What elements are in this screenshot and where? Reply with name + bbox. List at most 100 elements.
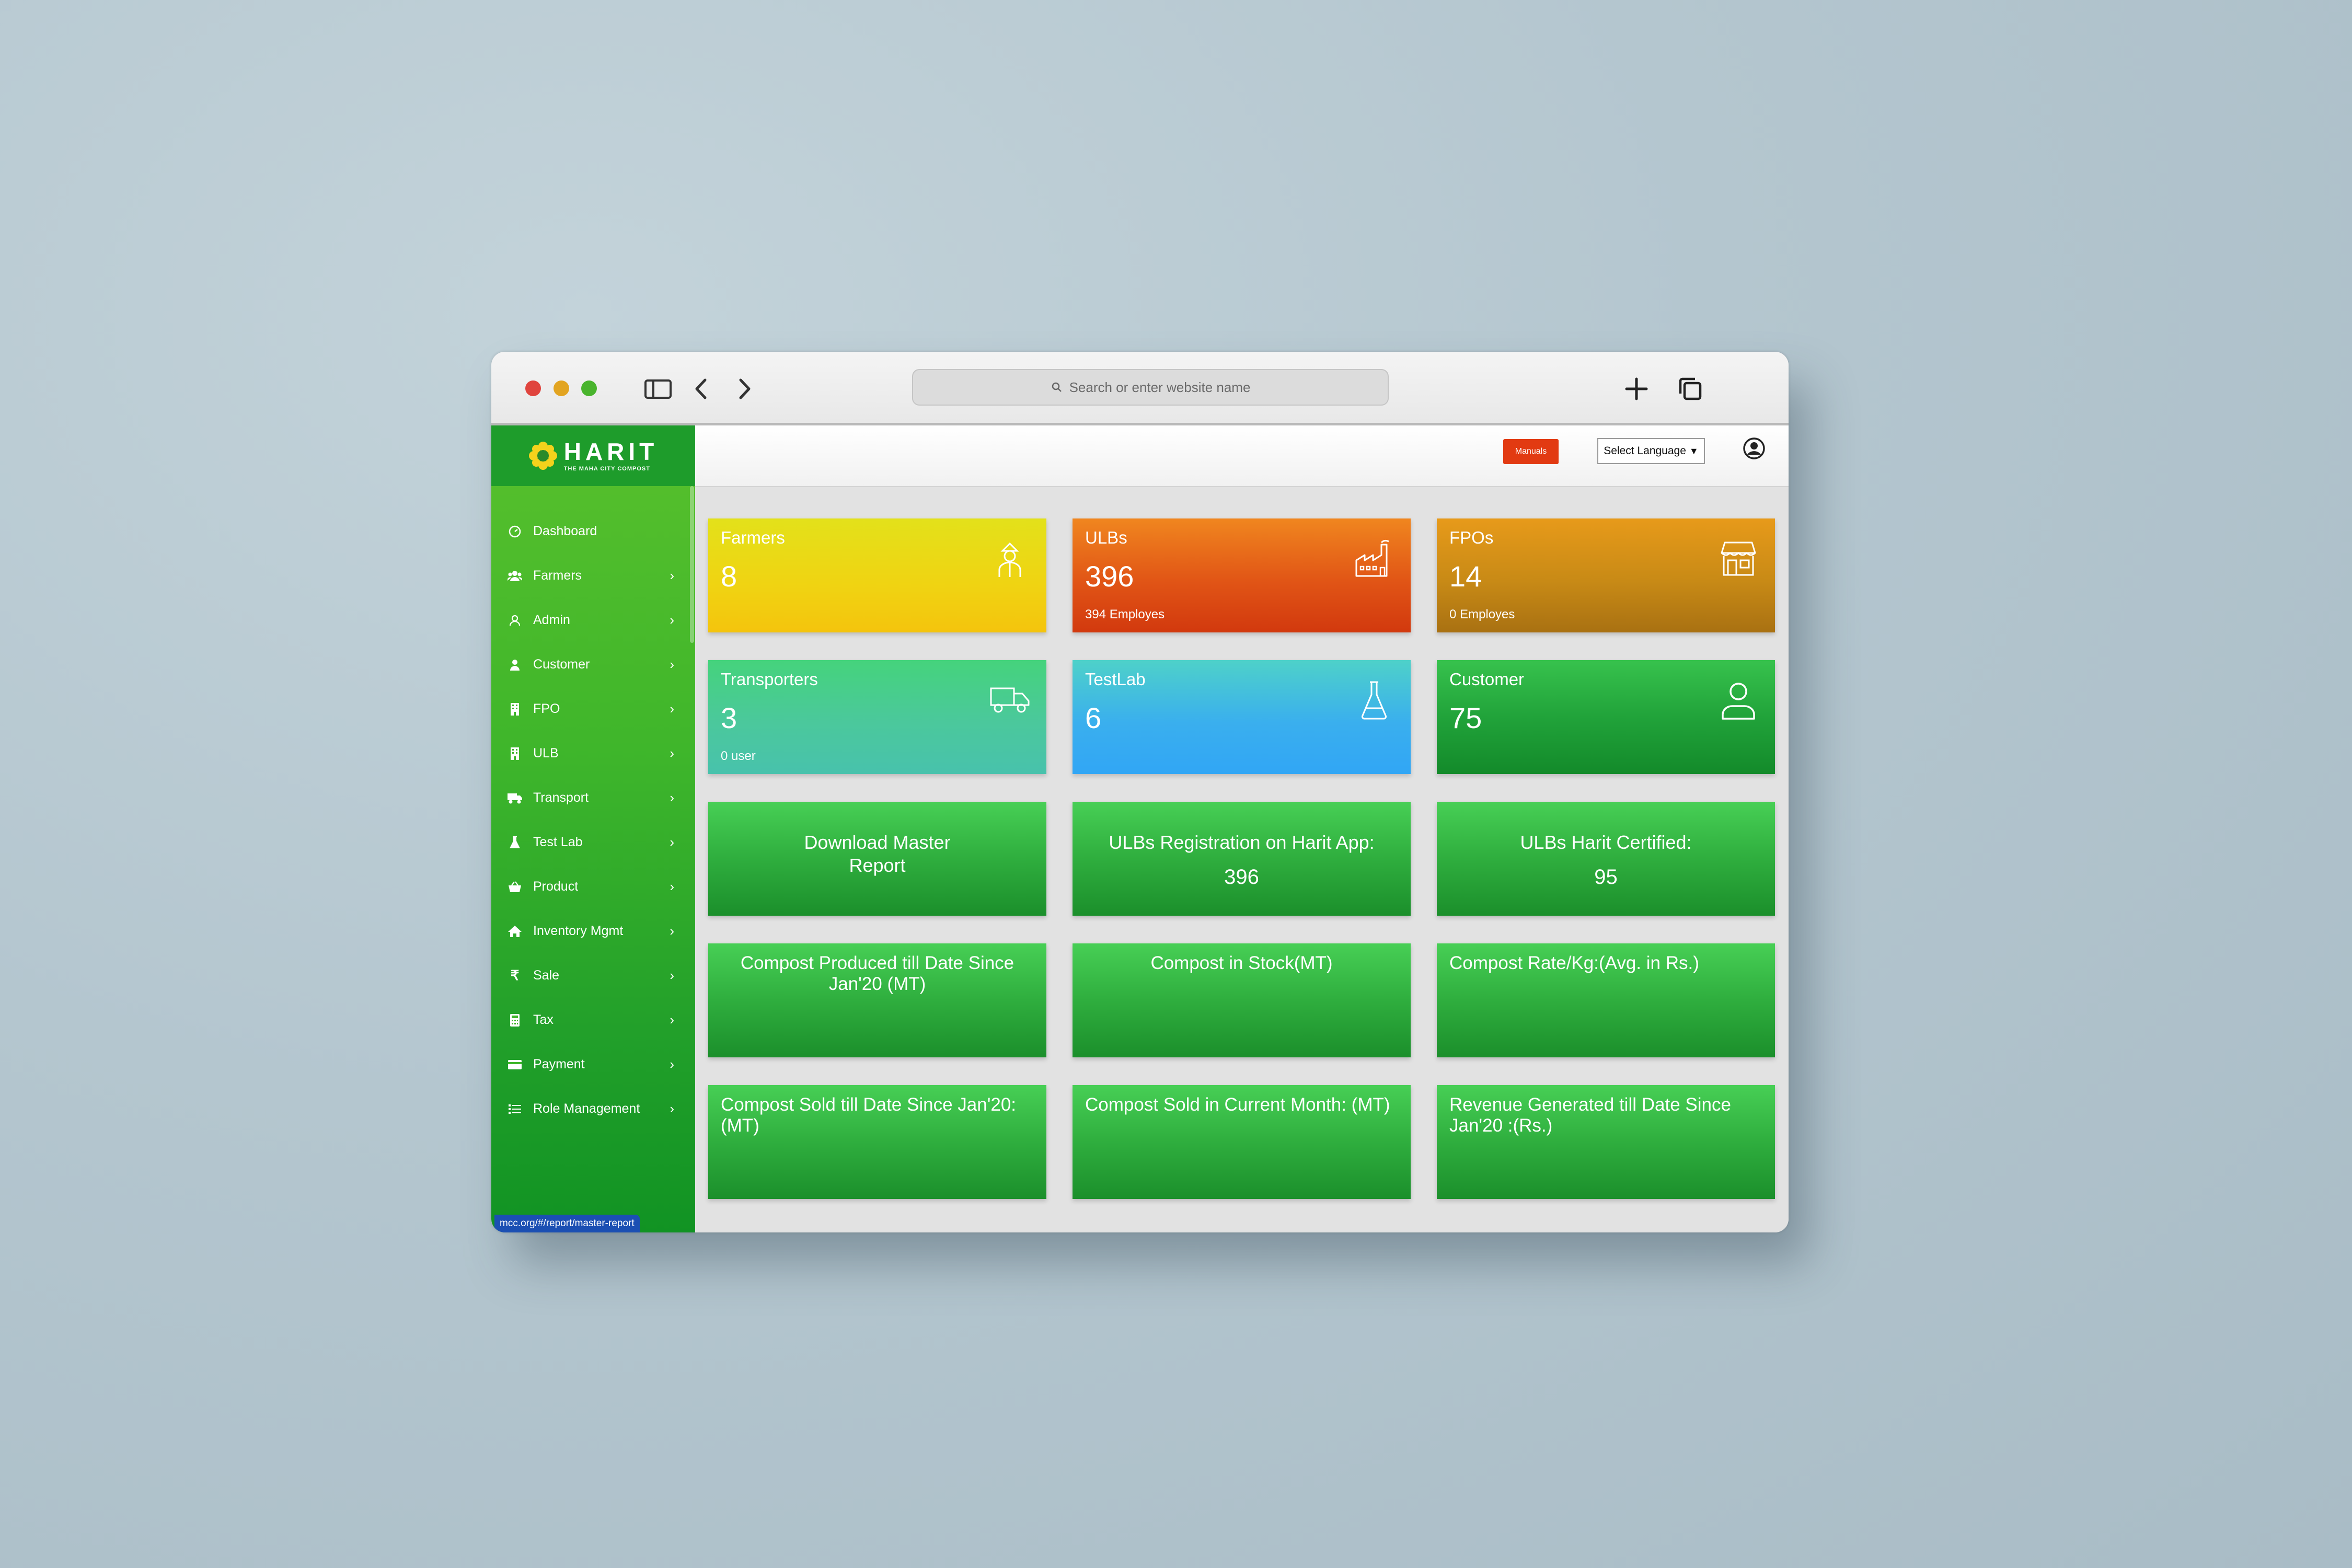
close-window-button[interactable]	[525, 381, 541, 396]
forward-arrow-icon[interactable]	[729, 374, 759, 404]
person-icon	[507, 657, 523, 673]
manuals-button[interactable]: Manuals	[1503, 439, 1559, 464]
revenue-card[interactable]: Revenue Generated till Date Since Jan'20…	[1437, 1085, 1775, 1199]
sidebar-item-label: Customer	[533, 657, 590, 672]
top-header: Manuals Select Language ▼	[695, 425, 1789, 487]
chevron-right-icon: ›	[670, 967, 674, 983]
rupee-icon: ₹	[510, 967, 520, 983]
sidebar-item-product[interactable]: Product ›	[491, 864, 695, 909]
language-select-label: Select Language	[1604, 445, 1686, 457]
compost-sold-month-card[interactable]: Compost Sold in Current Month: (MT)	[1073, 1085, 1411, 1199]
sidebar-item-inventory-mgmt[interactable]: Inventory Mgmt ›	[491, 909, 695, 953]
list-icon	[507, 1101, 523, 1117]
search-icon	[1052, 382, 1062, 392]
sidebar-item-label: Transport	[533, 790, 589, 805]
sidebar-item-tax[interactable]: Tax ›	[491, 998, 695, 1042]
compost-stock-card[interactable]: Compost in Stock(MT)	[1073, 943, 1411, 1057]
customer-card[interactable]: Customer 75	[1437, 660, 1775, 774]
chevron-right-icon: ›	[670, 834, 674, 850]
farmers-card[interactable]: Farmers 8	[708, 518, 1046, 632]
download-master-report-card[interactable]: Download Master Report	[708, 802, 1046, 916]
card-value: 14	[1449, 560, 1482, 593]
card-value: 95	[1594, 866, 1618, 889]
card-title: Compost Sold in Current Month: (MT)	[1085, 1094, 1390, 1115]
home-icon	[507, 924, 523, 939]
back-arrow-icon[interactable]	[687, 374, 718, 404]
tabs-overview-icon[interactable]	[1675, 374, 1705, 404]
card-title: Compost Rate/Kg:(Avg. in Rs.)	[1449, 953, 1699, 973]
card-title: Compost Sold till Date Since Jan'20: (MT…	[721, 1094, 1017, 1136]
card-subtitle: 0 Employes	[1449, 607, 1515, 621]
maximize-window-button[interactable]	[581, 381, 597, 396]
address-placeholder: Search or enter website name	[1069, 379, 1251, 395]
chevron-right-icon: ›	[670, 1101, 674, 1116]
ulb-registration-card[interactable]: ULBs Registration on Harit App: 396	[1073, 802, 1411, 916]
fpos-card[interactable]: FPOs 14 0 Employes	[1437, 518, 1775, 632]
sidebar-item-label: Inventory Mgmt	[533, 924, 624, 938]
new-tab-plus-icon[interactable]	[1621, 374, 1652, 404]
transporters-card[interactable]: Transporters 3 0 user	[708, 660, 1046, 774]
flask-icon	[1361, 681, 1387, 720]
brand-logo[interactable]: HARIT THE MAHA CITY COMPOST	[491, 425, 695, 486]
sidebar-item-label: Sale	[533, 968, 560, 983]
chevron-right-icon: ›	[670, 923, 674, 939]
sidebar-item-admin[interactable]: Admin ›	[491, 598, 695, 642]
card-value: 8	[721, 560, 737, 593]
sidebar-item-customer[interactable]: Customer ›	[491, 642, 695, 687]
sidebar-item-label: Test Lab	[533, 835, 583, 849]
sidebar-item-label: Product	[533, 879, 579, 894]
compost-produced-card[interactable]: Compost Produced till Date Since Jan'20 …	[708, 943, 1046, 1057]
sidebar-item-farmers[interactable]: Farmers ›	[491, 554, 695, 598]
language-select[interactable]: Select Language ▼	[1597, 438, 1705, 464]
sidebar-item-label: Role Management	[533, 1101, 640, 1116]
card-icon	[507, 1057, 523, 1073]
card-subtitle: 394 Employes	[1085, 607, 1165, 621]
chevron-right-icon: ›	[670, 1056, 674, 1072]
testlab-card[interactable]: TestLab 6	[1073, 660, 1411, 774]
compost-sold-card[interactable]: Compost Sold till Date Since Jan'20: (MT…	[708, 1085, 1046, 1199]
sidebar-item-label: Payment	[533, 1057, 585, 1071]
sidebar-item-sale[interactable]: ₹ Sale ›	[491, 953, 695, 998]
user-account-icon[interactable]	[1743, 437, 1766, 460]
chevron-right-icon: ›	[670, 568, 674, 583]
status-bar-url: mcc.org/#/report/master-report	[494, 1215, 640, 1232]
sidebar: HARIT THE MAHA CITY COMPOST Dashboard Fa…	[491, 425, 695, 1232]
factory-icon	[1355, 539, 1389, 577]
chevron-right-icon: ›	[670, 790, 674, 805]
address-bar[interactable]: Search or enter website name	[912, 369, 1389, 406]
card-title: Customer	[1449, 670, 1525, 689]
sidebar-item-payment[interactable]: Payment ›	[491, 1042, 695, 1087]
card-title: Transporters	[721, 670, 818, 689]
sidebar-item-label: Farmers	[533, 568, 582, 583]
farmer-icon	[998, 542, 1021, 577]
flask-icon	[507, 835, 523, 850]
sidebar-item-role-management[interactable]: Role Management ›	[491, 1087, 695, 1131]
chevron-right-icon: ›	[670, 745, 674, 761]
minimize-window-button[interactable]	[554, 381, 569, 396]
card-title: ULBs Registration on Harit App:	[1109, 832, 1375, 853]
compost-rate-card[interactable]: Compost Rate/Kg:(Avg. in Rs.)	[1437, 943, 1775, 1057]
store-icon	[1721, 541, 1756, 576]
sidebar-item-transport[interactable]: Transport ›	[491, 776, 695, 820]
calculator-icon	[507, 1012, 523, 1028]
dropdown-arrow-icon: ▼	[1689, 445, 1699, 456]
sidebar-item-fpo[interactable]: FPO ›	[491, 687, 695, 731]
card-title: Compost Produced till Date Since Jan'20 …	[740, 953, 1014, 994]
sidebar-item-label: Tax	[533, 1012, 554, 1027]
chevron-right-icon: ›	[670, 701, 674, 717]
card-value: 396	[1224, 866, 1259, 889]
chevron-right-icon: ›	[670, 1012, 674, 1028]
building-icon	[507, 746, 523, 762]
sidebar-item-ulb[interactable]: ULB ›	[491, 731, 695, 776]
card-title: FPOs	[1449, 528, 1494, 547]
browser-toolbar: Search or enter website name	[491, 352, 1789, 425]
sidebar-toggle-icon[interactable]	[643, 374, 673, 404]
ulb-certified-card[interactable]: ULBs Harit Certified: 95	[1437, 802, 1775, 916]
card-value: 6	[1085, 701, 1102, 734]
basket-icon	[507, 879, 523, 895]
ulbs-card[interactable]: ULBs 396 394 Employes	[1073, 518, 1411, 632]
chevron-right-icon: ›	[670, 879, 674, 894]
sidebar-item-test-lab[interactable]: Test Lab ›	[491, 820, 695, 864]
card-title: ULBs Harit Certified:	[1520, 832, 1692, 853]
sidebar-item-dashboard[interactable]: Dashboard	[491, 509, 695, 554]
